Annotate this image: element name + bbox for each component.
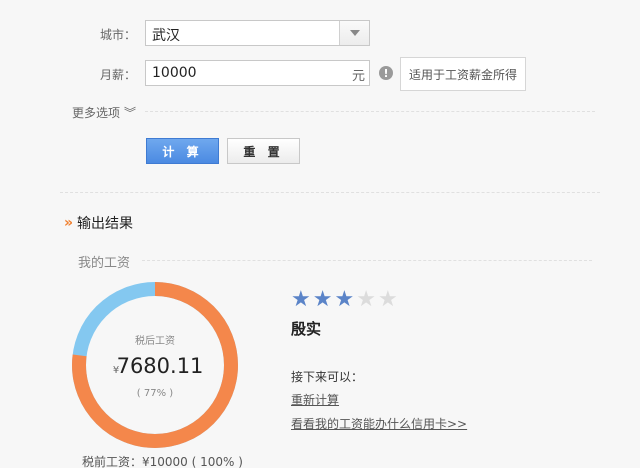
salary-level: 殷实 — [291, 320, 322, 338]
salary-input-value: 10000 — [152, 65, 197, 81]
my-salary-title: 我的工资 — [78, 256, 131, 271]
more-options-toggle[interactable]: 更多选项 ︾ — [72, 104, 136, 121]
salary-unit: 元 — [351, 69, 365, 84]
salary-label: 月薪： — [100, 68, 137, 82]
next-steps-label: 接下来可以： — [291, 370, 364, 384]
city-select-value: 武汉 — [152, 28, 180, 44]
divider — [60, 192, 600, 193]
star-icon: ★ — [312, 287, 333, 312]
star-icon: ★ — [291, 287, 311, 312]
calculate-button[interactable]: 计 算 — [146, 138, 219, 164]
credit-card-link[interactable]: 看看我的工资能办什么信用卡>> — [291, 415, 467, 432]
city-label: 城市： — [100, 28, 137, 42]
recalculate-link[interactable]: 重新计算 — [291, 391, 339, 408]
reset-button[interactable]: 重 置 — [227, 138, 300, 164]
before-tax-text: 税前工资：¥10000 ( 100% ) — [82, 455, 243, 468]
rating-stars: ★ ★ ★ ★ ★ — [291, 289, 400, 311]
star-icon: ★ — [356, 287, 376, 312]
salary-tip: 适用于工资薪金所得 — [400, 57, 526, 91]
double-chevron-down-icon: ︾ — [124, 106, 137, 120]
chevron-down-icon — [349, 30, 360, 36]
star-icon: ★ — [377, 287, 398, 312]
divider — [142, 260, 592, 261]
star-icon: ★ — [334, 287, 355, 312]
after-tax-percent: ( 77% ) — [137, 388, 173, 399]
salary-donut-chart: 税后工资 ¥ 7680.11 ( 77% ) — [72, 282, 238, 448]
info-icon[interactable]: ! — [379, 66, 393, 80]
salary-field[interactable]: 10000 元 — [145, 60, 370, 86]
section-title: 输出结果 — [77, 216, 134, 232]
double-arrow-icon: » — [64, 215, 74, 231]
city-select[interactable]: 武汉 — [145, 20, 370, 46]
select-arrow-button[interactable] — [339, 21, 369, 45]
donut-label: 税后工资 — [135, 334, 175, 347]
more-options-label: 更多选项 — [72, 106, 121, 120]
after-tax-value: 7680.11 — [117, 354, 204, 378]
divider — [145, 111, 595, 112]
section-header: » 输出结果 — [64, 213, 133, 233]
